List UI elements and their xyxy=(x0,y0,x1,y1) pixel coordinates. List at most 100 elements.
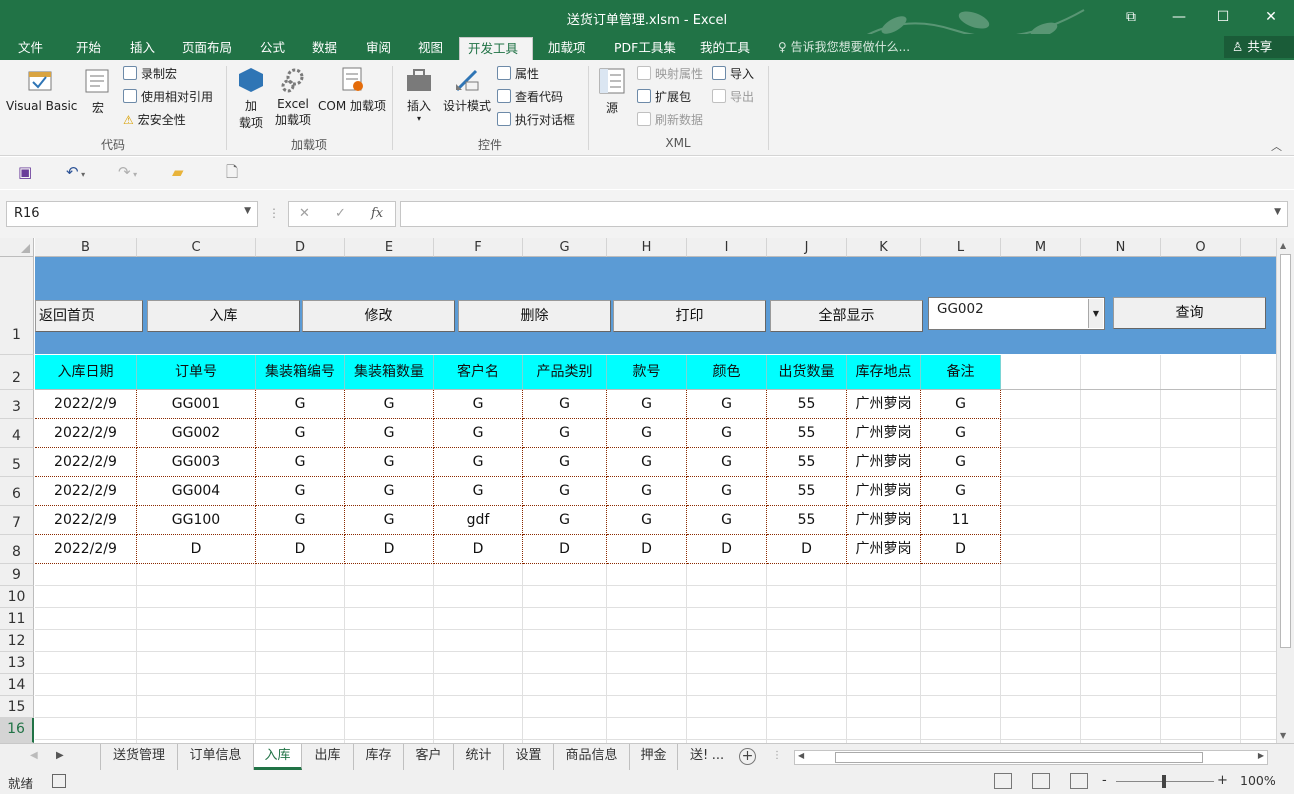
header-cell-order-no[interactable]: 订单号 xyxy=(137,355,256,389)
tab-formulas[interactable]: 公式 xyxy=(252,37,293,60)
row-header-5[interactable]: 5 xyxy=(0,448,34,477)
zoom-slider-thumb[interactable] xyxy=(1162,775,1166,788)
column-header-d[interactable]: D xyxy=(256,238,345,257)
cell-container-qty[interactable]: G xyxy=(345,448,434,477)
column-header-m[interactable]: M xyxy=(1001,238,1081,257)
expansion-packs-button[interactable]: 扩展包 xyxy=(637,87,691,107)
zoom-in-button[interactable]: + xyxy=(1217,773,1228,788)
tab-developer[interactable]: 开发工具 xyxy=(459,37,533,60)
add-sheet-icon[interactable]: + xyxy=(739,748,756,765)
cell-style-no[interactable]: G xyxy=(607,419,687,448)
cell-order-no[interactable]: GG004 xyxy=(137,477,256,506)
sheet-tab-orders[interactable]: 订单信息 xyxy=(178,744,254,770)
cell-order-no[interactable]: GG002 xyxy=(137,419,256,448)
header-cell-customer[interactable]: 客户名 xyxy=(434,355,523,389)
row-header-3[interactable]: 3 xyxy=(0,390,34,419)
xml-export-button[interactable]: 导出 xyxy=(712,87,754,107)
insert-function-icon[interactable]: fx xyxy=(371,206,383,221)
new-document-icon[interactable]: 🗋 xyxy=(226,163,238,181)
properties-button[interactable]: 属性 xyxy=(497,64,539,84)
scrollbar-thumb[interactable] xyxy=(1280,254,1291,648)
ribbon-display-options-icon[interactable]: ⧉ xyxy=(1116,6,1146,28)
cell-color[interactable]: G xyxy=(687,477,767,506)
worksheet-grid[interactable]: B C D E F G H I J K L M N O 1 2 3 4 5 6 … xyxy=(0,238,1276,743)
header-cell-container-qty[interactable]: 集装箱数量 xyxy=(345,355,434,389)
cell-container-no[interactable]: G xyxy=(256,506,345,535)
cell-date[interactable]: 2022/2/9 xyxy=(35,535,137,564)
row-header-13[interactable]: 13 xyxy=(0,652,34,674)
run-dialog-button[interactable]: 执行对话框 xyxy=(497,110,575,130)
cell-location[interactable]: 广州萝岗 xyxy=(847,506,921,535)
select-all-corner[interactable] xyxy=(0,238,34,257)
macro-security-button[interactable]: ⚠ 宏安全性 xyxy=(123,110,186,130)
cell-color[interactable]: D xyxy=(687,535,767,564)
cancel-icon[interactable]: ✕ xyxy=(299,206,310,221)
close-icon[interactable]: ✕ xyxy=(1256,6,1286,28)
xml-source-button[interactable]: 源 xyxy=(596,66,628,116)
cell-remarks[interactable]: G xyxy=(921,477,1001,506)
tab-review[interactable]: 审阅 xyxy=(358,37,399,60)
sheet-tab-delivery[interactable]: 送货管理 xyxy=(100,744,178,770)
row-header-4[interactable]: 4 xyxy=(0,419,34,448)
cell-customer[interactable]: G xyxy=(434,419,523,448)
cell-date[interactable]: 2022/2/9 xyxy=(35,390,137,419)
cell-date[interactable]: 2022/2/9 xyxy=(35,477,137,506)
cell-style-no[interactable]: G xyxy=(607,506,687,535)
cell-category[interactable]: G xyxy=(523,506,607,535)
tab-my-tools[interactable]: 我的工具 xyxy=(692,37,758,60)
insert-control-button[interactable]: 插入 ▾ xyxy=(400,66,438,123)
minimize-icon[interactable]: — xyxy=(1164,6,1194,28)
header-cell-color[interactable]: 颜色 xyxy=(687,355,767,389)
header-cell-ship-qty[interactable]: 出货数量 xyxy=(767,355,847,389)
addins-button[interactable]: 加 载项 xyxy=(234,66,268,131)
sheet-tab-customers[interactable]: 客户 xyxy=(404,744,454,770)
normal-view-icon[interactable] xyxy=(994,773,1012,789)
cell-container-qty[interactable]: G xyxy=(345,477,434,506)
cell-ship-qty[interactable]: 55 xyxy=(767,448,847,477)
cell-remarks[interactable]: G xyxy=(921,419,1001,448)
tell-me-box[interactable]: ♀ 告诉我您想要做什么... xyxy=(778,38,910,55)
cell-customer[interactable]: G xyxy=(434,448,523,477)
cell-color[interactable]: G xyxy=(687,390,767,419)
header-cell-container-no[interactable]: 集装箱编号 xyxy=(256,355,345,389)
visual-basic-button[interactable]: Visual Basic xyxy=(6,66,77,113)
scroll-up-icon[interactable]: ▲ xyxy=(1280,241,1286,250)
scroll-left-icon[interactable]: ◀ xyxy=(798,751,804,760)
show-all-button[interactable]: 全部显示 xyxy=(770,300,923,332)
page-layout-view-icon[interactable] xyxy=(1032,773,1050,789)
cell-container-no[interactable]: G xyxy=(256,390,345,419)
print-button[interactable]: 打印 xyxy=(613,300,766,332)
row-header-16[interactable]: 16 xyxy=(0,718,34,743)
split-handle-icon[interactable]: ⋮ xyxy=(772,750,782,761)
cell-remarks[interactable]: D xyxy=(921,535,1001,564)
macros-button[interactable]: 宏 xyxy=(82,66,114,116)
row-header-8[interactable]: 8 xyxy=(0,535,34,564)
cell-category[interactable]: G xyxy=(523,448,607,477)
cell-location[interactable]: 广州萝岗 xyxy=(847,419,921,448)
tab-addins[interactable]: 加载项 xyxy=(540,37,594,60)
page-break-view-icon[interactable] xyxy=(1070,773,1088,789)
column-header-p[interactable] xyxy=(1241,238,1276,257)
tab-home[interactable]: 开始 xyxy=(68,37,109,60)
use-relative-button[interactable]: 使用相对引用 xyxy=(123,87,213,107)
cell-ship-qty[interactable]: 55 xyxy=(767,506,847,535)
cell-date[interactable]: 2022/2/9 xyxy=(35,419,137,448)
cell-category[interactable]: G xyxy=(523,419,607,448)
record-macro-button[interactable]: 录制宏 xyxy=(123,64,177,84)
cell-date[interactable]: 2022/2/9 xyxy=(35,506,137,535)
column-header-g[interactable]: G xyxy=(523,238,607,257)
redo-icon[interactable]: ↷ ▾ xyxy=(118,163,137,184)
column-header-l[interactable]: L xyxy=(921,238,1001,257)
column-header-c[interactable]: C xyxy=(137,238,256,257)
column-header-k[interactable]: K xyxy=(847,238,921,257)
prev-sheet-icon[interactable]: ◀ xyxy=(30,750,38,761)
refresh-data-button[interactable]: 刷新数据 xyxy=(637,110,703,130)
zoom-level[interactable]: 100% xyxy=(1240,773,1276,788)
delete-button[interactable]: 删除 xyxy=(458,300,611,332)
cell-location[interactable]: 广州萝岗 xyxy=(847,477,921,506)
row-header-14[interactable]: 14 xyxy=(0,674,34,696)
tab-insert[interactable]: 插入 xyxy=(122,37,163,60)
cell-ship-qty[interactable]: 55 xyxy=(767,477,847,506)
stock-in-button[interactable]: 入库 xyxy=(147,300,300,332)
column-header-f[interactable]: F xyxy=(434,238,523,257)
